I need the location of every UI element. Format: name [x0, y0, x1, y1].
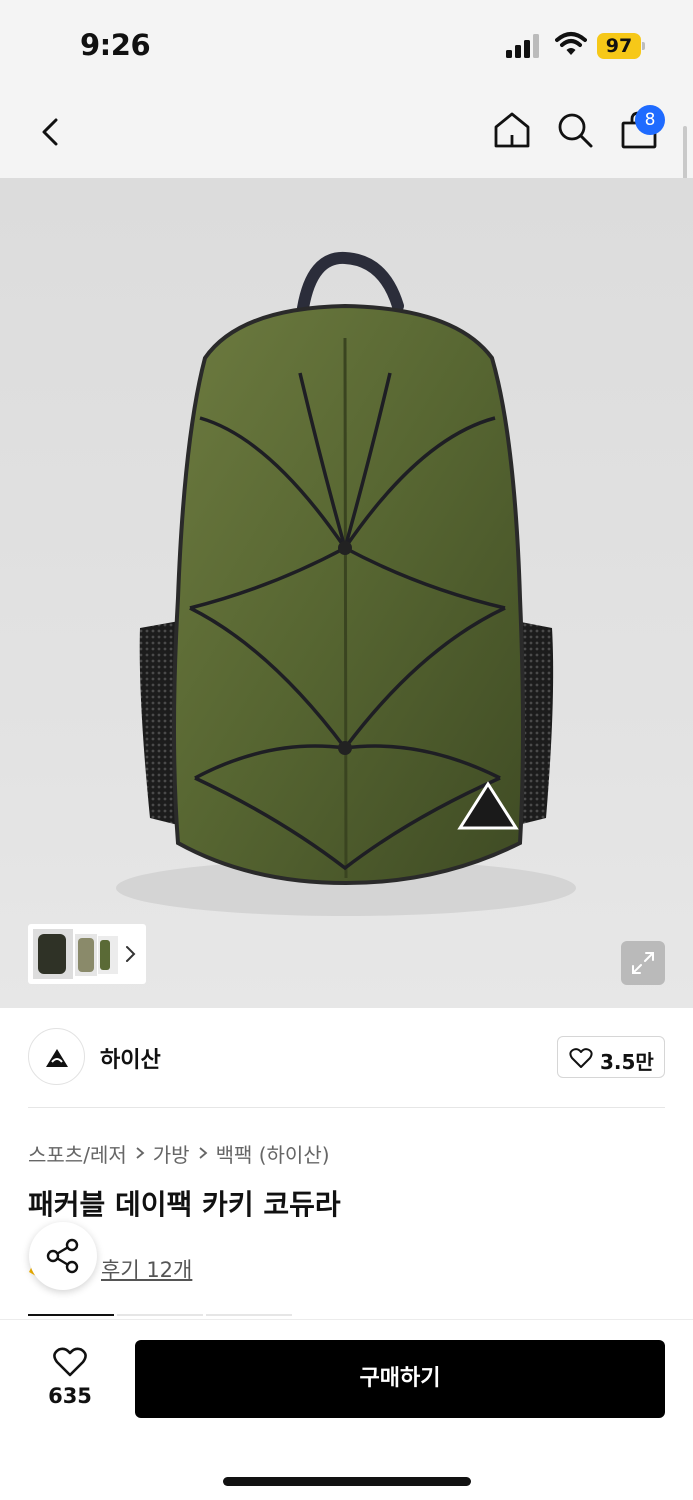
battery-level: 97	[605, 35, 633, 57]
breadcrumb-item[interactable]: 백팩 (하이산)	[216, 1139, 330, 1168]
status-bar: 9:26 97	[0, 0, 693, 90]
buy-button[interactable]: 구매하기	[135, 1340, 665, 1418]
cart-count-badge: 8	[635, 105, 665, 135]
chevron-right-icon[interactable]	[123, 942, 139, 966]
review-link[interactable]: 후기 12개	[101, 1254, 192, 1284]
battery-tip	[642, 42, 645, 50]
brand-logo-mark	[46, 1049, 68, 1067]
chevron-right-icon	[136, 1147, 145, 1159]
expand-icon	[632, 952, 654, 974]
brand-like-button[interactable]: 3.5만	[557, 1036, 665, 1078]
wishlist-button[interactable]: 635	[28, 1342, 112, 1416]
breadcrumb-item[interactable]: 스포츠/레저	[28, 1139, 127, 1168]
status-time: 9:26	[80, 28, 151, 62]
brand-logo[interactable]	[28, 1028, 85, 1085]
top-navigation	[0, 90, 693, 178]
battery-indicator: 97	[597, 33, 647, 59]
breadcrumb: 스포츠/레저 가방 백팩 (하이산)	[28, 1138, 330, 1168]
home-indicator	[223, 1477, 471, 1486]
product-title: 패커블 데이팩 카키 코듀라	[28, 1188, 341, 1221]
cellular-signal-icon	[506, 34, 539, 58]
brand-name[interactable]: 하이산	[100, 1042, 161, 1074]
search-icon[interactable]	[553, 108, 597, 152]
breadcrumb-item[interactable]: 가방	[153, 1139, 190, 1168]
share-icon	[46, 1238, 79, 1274]
wifi-icon	[555, 32, 587, 55]
brand-row: 하이산 3.5만	[28, 1028, 665, 1088]
backpack-illustration	[116, 251, 576, 916]
chevron-right-icon	[198, 1147, 207, 1159]
divider	[28, 1107, 665, 1108]
home-icon[interactable]	[490, 108, 534, 152]
heart-icon	[53, 1347, 87, 1377]
brand-like-count: 3.5만	[600, 1050, 654, 1074]
expand-image-button[interactable]	[621, 941, 665, 985]
heart-icon	[569, 1048, 593, 1068]
wishlist-count: 635	[48, 1384, 92, 1408]
share-button[interactable]	[29, 1222, 97, 1290]
chevron-left-icon[interactable]	[34, 112, 70, 152]
product-image[interactable]	[0, 178, 693, 1008]
